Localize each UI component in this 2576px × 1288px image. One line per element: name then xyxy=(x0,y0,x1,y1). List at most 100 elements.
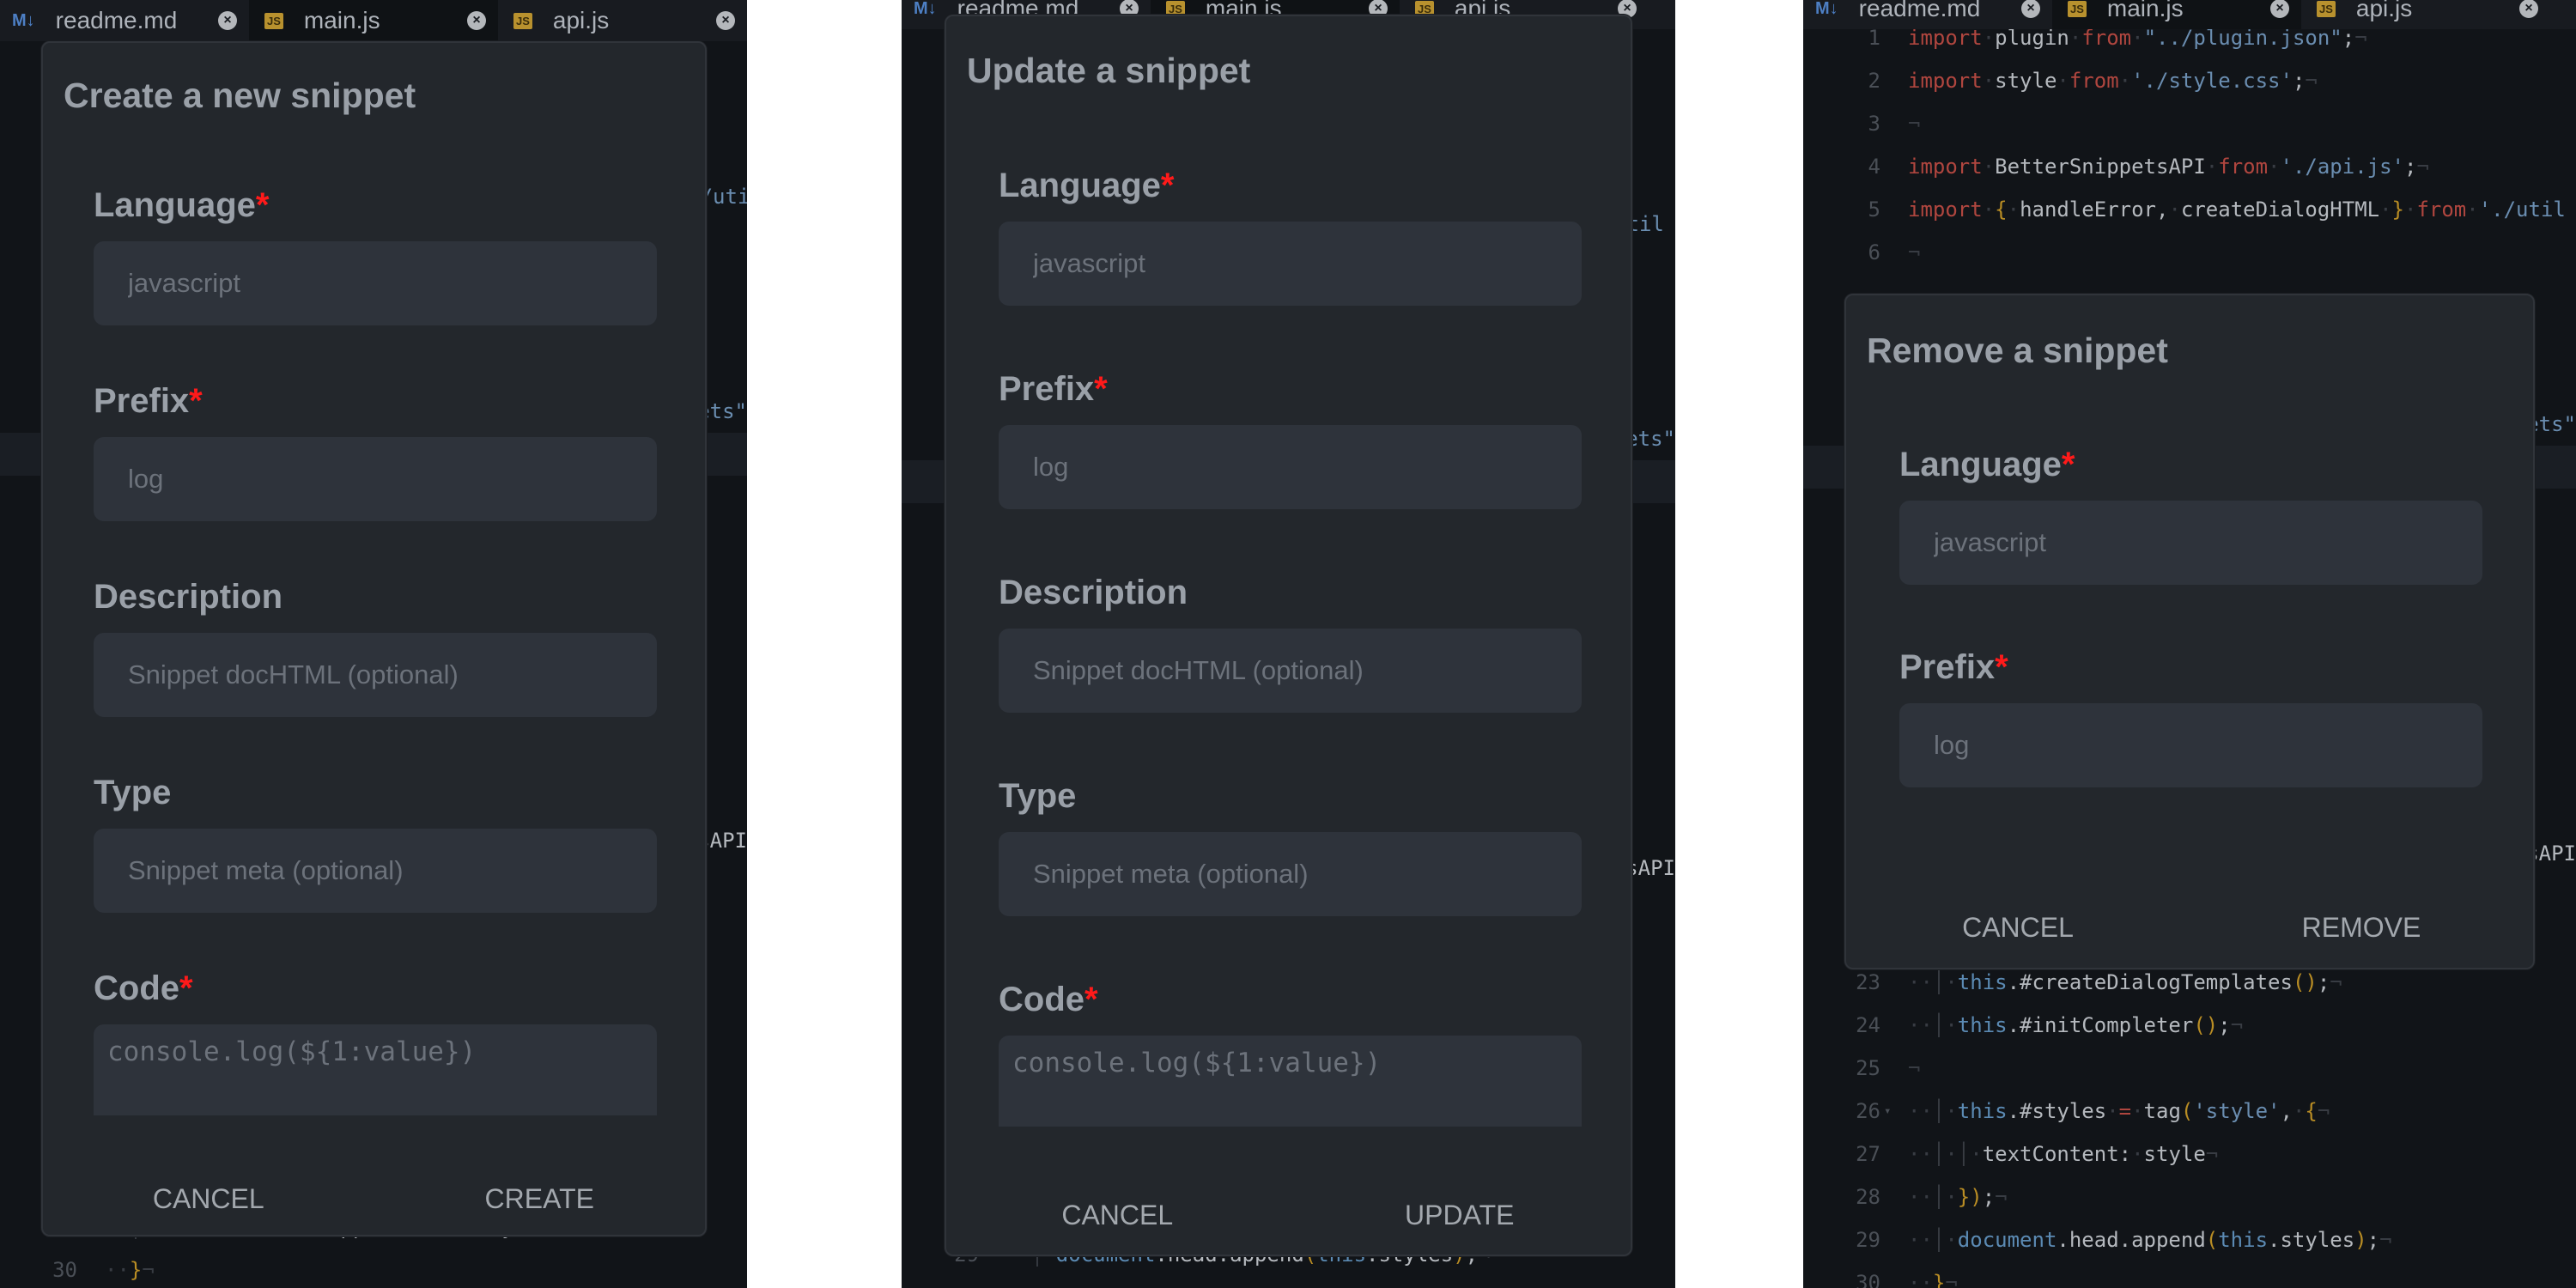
code-textarea[interactable] xyxy=(94,1024,657,1115)
tab-api-js[interactable]: JS api.js × xyxy=(2301,0,2550,29)
code-token: ; xyxy=(2342,26,2355,50)
code-line: 29 ··│·document.head.append(this.styles);… xyxy=(1803,1218,2576,1261)
code-token: .#styles xyxy=(2007,1099,2107,1123)
code-token: this xyxy=(1957,970,2008,994)
code-token: ; xyxy=(2292,69,2306,93)
close-icon[interactable]: × xyxy=(218,11,237,30)
code-textarea[interactable] xyxy=(999,1036,1582,1127)
code-token: style xyxy=(2143,1142,2206,1166)
code-token: ; xyxy=(2218,1013,2231,1037)
required-marker: * xyxy=(1160,167,1175,204)
code-token: { xyxy=(1995,197,2008,222)
code-token: · xyxy=(2168,197,2181,222)
code-token: './api.js' xyxy=(2280,155,2405,179)
type-label: Type xyxy=(999,777,1076,815)
description-label-text: Description xyxy=(999,574,1188,611)
language-label: Language* xyxy=(999,167,1174,204)
type-label-text: Type xyxy=(999,777,1077,815)
type-input[interactable] xyxy=(999,832,1582,916)
dialog-body[interactable]: Language*Prefix* xyxy=(1846,295,2533,828)
close-icon[interactable]: × xyxy=(716,11,735,30)
code-line: 26▾··│·this.#styles·=·tag('style',·{¬ xyxy=(1803,1090,2576,1133)
code-token: ¬ xyxy=(2205,1142,2219,1166)
cancel-button[interactable]: CANCEL xyxy=(43,1172,374,1225)
dialog-body[interactable]: Language*Prefix*DescriptionTypeCode* xyxy=(43,43,705,1115)
close-icon[interactable]: × xyxy=(467,11,486,30)
dialog-body[interactable]: Language*Prefix*DescriptionTypeCode* xyxy=(946,16,1631,1127)
code-line: 30 ··}¬ xyxy=(1803,1261,2576,1288)
cancel-button[interactable]: CANCEL xyxy=(1846,901,2190,954)
code-line: 6¬ xyxy=(1803,231,2576,274)
prefix-input[interactable] xyxy=(94,437,657,521)
screen-create-snippet: M↓readme.md×JSmain.js×JSapi.js× 1import·… xyxy=(0,0,747,1288)
fold-arrow-icon[interactable]: ▾ xyxy=(1884,1090,1891,1133)
code-token: createDialogHTML xyxy=(2180,197,2380,222)
cancel-button[interactable]: CANCEL xyxy=(946,1188,1289,1242)
code-token: "../plugin.json" xyxy=(2143,26,2342,50)
code-token: import xyxy=(1908,197,1983,222)
update-snippet-dialog: Update a snippetLanguage*Prefix*Descript… xyxy=(945,15,1632,1256)
code-token: · xyxy=(2404,197,2417,222)
code-token: = xyxy=(2118,1099,2132,1123)
code-token: ( xyxy=(2180,1099,2194,1123)
close-icon[interactable]: × xyxy=(2270,0,2289,18)
close-icon[interactable]: × xyxy=(2021,0,2040,18)
code-token: from xyxy=(2081,26,2132,50)
code-label: Code* xyxy=(94,969,193,1007)
code-token: ¬ xyxy=(1995,1185,2008,1209)
code-token: './style.css' xyxy=(2131,69,2293,93)
code-line: 2import·style·from·'./style.css';¬ xyxy=(1803,59,2576,102)
code-token: './util xyxy=(2478,197,2566,222)
code-text: ¬ xyxy=(1908,231,1920,274)
type-label: Type xyxy=(94,774,171,811)
description-input[interactable] xyxy=(999,629,1582,713)
language-input[interactable] xyxy=(94,241,657,325)
language-input[interactable] xyxy=(999,222,1582,306)
description-input[interactable] xyxy=(94,633,657,717)
remove-snippet-dialog: Remove a snippetLanguage*Prefix*CANCELRE… xyxy=(1844,294,2535,969)
code-line: 3¬ xyxy=(1803,102,2576,145)
code-token: ··│· xyxy=(1908,1228,1958,1252)
js-file-icon: JS xyxy=(2068,0,2087,17)
type-input[interactable] xyxy=(94,829,657,913)
code-token: ¬ xyxy=(2317,1099,2330,1123)
create-button[interactable]: CREATE xyxy=(374,1172,706,1225)
code-token: ¬ xyxy=(2305,69,2318,93)
create-snippet-dialog: Create a new snippetLanguage*Prefix*Desc… xyxy=(41,41,707,1236)
code-token: } xyxy=(129,1258,143,1282)
type-label-text: Type xyxy=(94,774,172,811)
code-token: tag xyxy=(2143,1099,2181,1123)
tab-readme-md[interactable]: M↓ readme.md × xyxy=(0,0,249,41)
code-token: · xyxy=(2057,69,2069,93)
code-text: ets" xyxy=(1625,417,1675,460)
code-token: ( xyxy=(2205,1228,2219,1252)
line-number: 29 xyxy=(1856,1228,1880,1252)
update-button[interactable]: UPDATE xyxy=(1289,1188,1631,1242)
required-marker: * xyxy=(179,969,193,1007)
remove-button[interactable]: REMOVE xyxy=(2190,901,2533,954)
js-file-icon: JS xyxy=(264,12,283,29)
line-number: 3 xyxy=(1868,112,1880,136)
code-line: 25 ¬ xyxy=(1803,1047,2576,1090)
prefix-input[interactable] xyxy=(1899,703,2482,787)
code-token: ¬ xyxy=(1908,1056,1921,1080)
prefix-label: Prefix* xyxy=(999,370,1108,408)
close-icon[interactable]: × xyxy=(2519,0,2538,18)
required-marker: * xyxy=(1995,648,2008,686)
code-line: 30 ··}¬ xyxy=(902,1276,1675,1288)
tab-main-js[interactable]: JS main.js × xyxy=(249,0,498,41)
tab-readme-md[interactable]: M↓ readme.md × xyxy=(1803,0,2052,29)
code-token: · xyxy=(2069,26,2082,50)
line-number: 30 xyxy=(927,1276,979,1288)
code-token: · xyxy=(2466,197,2479,222)
markdown-icon: M↓ xyxy=(914,0,937,18)
line-number: 2 xyxy=(1868,69,1880,93)
tab-main-js[interactable]: JS main.js × xyxy=(2052,0,2301,29)
language-input[interactable] xyxy=(1899,501,2482,585)
code-token: textContent: xyxy=(1982,1142,2132,1166)
code-text: ··}¬ xyxy=(1908,1261,1958,1288)
code-token: () xyxy=(2193,1013,2219,1037)
prefix-input[interactable] xyxy=(999,425,1582,509)
tab-api-js[interactable]: JS api.js × xyxy=(498,0,747,41)
required-marker: * xyxy=(255,186,270,224)
